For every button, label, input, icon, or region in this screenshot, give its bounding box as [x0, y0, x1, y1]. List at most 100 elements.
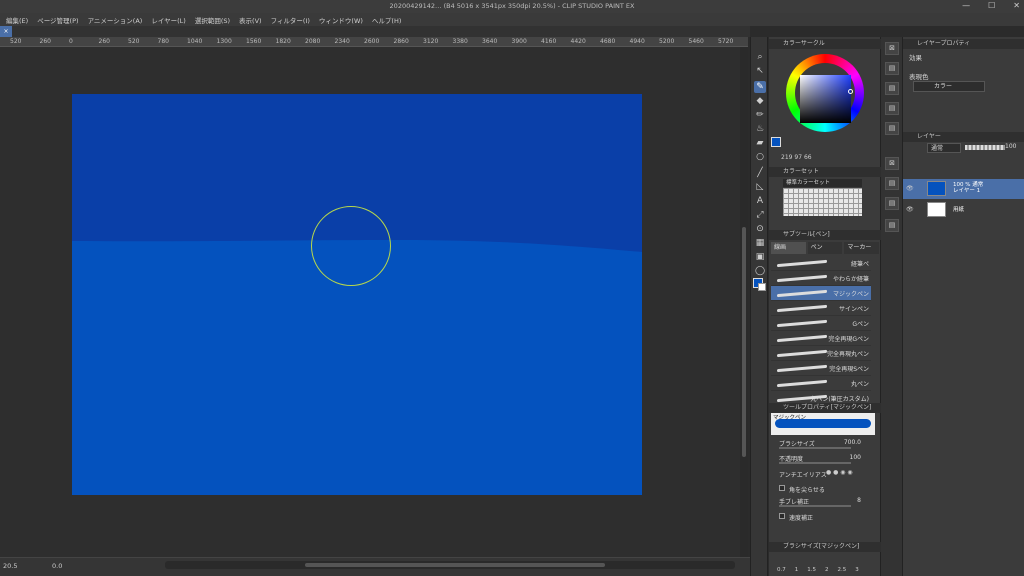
- material-icon[interactable]: ▤: [885, 102, 899, 115]
- info-icon[interactable]: ▤: [885, 82, 899, 95]
- canvas-paper[interactable]: [72, 94, 642, 495]
- ruler-label: 3380: [452, 38, 468, 45]
- color-and-tool-column: カラーサークル 219 97 66 カラーセット 標準カラーセット サブツール[…: [769, 37, 881, 576]
- tab-pen[interactable]: ペン: [807, 242, 843, 254]
- eyedropper-tool-icon[interactable]: ⤢: [754, 209, 766, 221]
- size-preset[interactable]: 3: [855, 567, 859, 573]
- shape-tool-icon[interactable]: ○: [754, 151, 766, 163]
- gradient-tool-icon[interactable]: ▦: [754, 237, 766, 249]
- size-preset[interactable]: 1: [795, 567, 799, 573]
- maximize-button[interactable]: ☐: [988, 1, 995, 10]
- layer-opacity-value[interactable]: 100: [1005, 143, 1016, 150]
- visibility-eye-icon[interactable]: 👁: [906, 206, 914, 213]
- antialias-options-icon[interactable]: ● ● ◉ ◉: [826, 469, 853, 476]
- ruler-tool-icon[interactable]: ╱: [754, 167, 766, 179]
- zoom-tool-icon[interactable]: ⌕: [754, 51, 766, 63]
- layer-row[interactable]: 👁 用紙: [903, 200, 1024, 220]
- navigator-icon[interactable]: ⊠: [885, 42, 899, 55]
- saturation-value-square[interactable]: [800, 75, 853, 123]
- antialias-row[interactable]: アンチエイリアス ● ● ◉ ◉: [771, 468, 875, 480]
- brush-item[interactable]: 丸ペン: [771, 376, 871, 391]
- speed-row[interactable]: 速度補正: [771, 511, 875, 523]
- ruler-label: 4940: [629, 38, 645, 45]
- menu-filter[interactable]: フィルター(I): [271, 15, 310, 25]
- layer-opacity-slider[interactable]: [965, 145, 1005, 150]
- effect-label: 効果: [909, 54, 922, 62]
- balloon-tool-icon[interactable]: ◯: [754, 265, 766, 277]
- menu-selection[interactable]: 選択範囲(S): [195, 15, 230, 25]
- horizontal-scroll-thumb[interactable]: [305, 563, 605, 567]
- size-preset[interactable]: 1.5: [807, 567, 816, 573]
- brush-size-slider[interactable]: [779, 447, 851, 449]
- size-preset[interactable]: 2.5: [838, 567, 847, 573]
- stabilization-value[interactable]: 8: [857, 497, 861, 504]
- canvas-tab-close-icon[interactable]: ×: [0, 26, 12, 37]
- visibility-eye-icon[interactable]: 👁: [906, 185, 914, 192]
- menu-layer[interactable]: レイヤー(L): [151, 15, 186, 25]
- timeline-icon[interactable]: ▤: [885, 219, 899, 232]
- tab-lineart[interactable]: 線画: [771, 242, 806, 254]
- vertical-scrollbar[interactable]: [740, 47, 748, 557]
- frame-tool-icon[interactable]: ◺: [754, 181, 766, 193]
- stabilization-slider[interactable]: [779, 505, 851, 507]
- brush-item[interactable]: 経筆ペ: [771, 256, 871, 271]
- color-set-grid[interactable]: [783, 188, 862, 216]
- layer-row[interactable]: 👁 100 % 通常 レイヤー 1: [903, 179, 1024, 199]
- brush-item[interactable]: 完全再現Gペン: [771, 331, 871, 346]
- brush-size-value[interactable]: 700.0: [844, 439, 861, 446]
- brush-item[interactable]: Gペン: [771, 316, 871, 331]
- zoom-level[interactable]: 20.5: [3, 562, 17, 570]
- auto-action-icon[interactable]: ⊠: [885, 157, 899, 170]
- subtool-header: サブツール[ペン]: [769, 230, 881, 240]
- brush-item[interactable]: やわらか経筆: [771, 271, 871, 286]
- layer-search-icon[interactable]: ▤: [885, 177, 899, 190]
- minimize-button[interactable]: —: [962, 1, 970, 10]
- corner-checkbox[interactable]: [779, 485, 785, 491]
- size-preset[interactable]: 0.7: [777, 567, 786, 573]
- blend-tool-icon[interactable]: ⊙: [754, 223, 766, 235]
- pencil-tool-icon[interactable]: ✏: [754, 109, 766, 121]
- size-preset[interactable]: 2: [825, 567, 829, 573]
- opacity-slider[interactable]: [779, 462, 851, 464]
- sub-color-swatch[interactable]: [758, 283, 766, 291]
- wheel-main-color[interactable]: [771, 137, 781, 147]
- color-picker-knob[interactable]: [848, 89, 853, 94]
- brush-size-row[interactable]: ブラシサイズ 700.0: [771, 437, 875, 449]
- sub-view-icon[interactable]: ▤: [885, 62, 899, 75]
- brush-item[interactable]: サインペン: [771, 301, 871, 316]
- close-button[interactable]: ✕: [1013, 1, 1020, 10]
- menu-edit[interactable]: 編集(E): [6, 15, 28, 25]
- brush-item[interactable]: マジックペン: [771, 286, 871, 301]
- stabilization-row[interactable]: 手ブレ補正 8: [771, 495, 875, 507]
- opacity-row[interactable]: 不透明度 100: [771, 452, 875, 464]
- menu-window[interactable]: ウィンドウ(W): [319, 15, 363, 25]
- menu-page[interactable]: ページ管理(P): [37, 15, 78, 25]
- text-tool-icon[interactable]: A: [754, 195, 766, 207]
- animation-icon[interactable]: ▤: [885, 197, 899, 210]
- brush-item[interactable]: 完全再現丸ペン: [771, 346, 871, 361]
- opacity-value[interactable]: 100: [850, 454, 861, 461]
- brush-item[interactable]: 完全再現Sペン: [771, 361, 871, 376]
- blend-mode-dropdown[interactable]: 通常: [927, 143, 961, 153]
- operation-tool-icon[interactable]: ↖: [754, 65, 766, 77]
- expression-color-dropdown[interactable]: カラー: [913, 81, 985, 92]
- history-icon[interactable]: ▤: [885, 122, 899, 135]
- menu-animation[interactable]: アニメーション(A): [88, 15, 143, 25]
- layer-name: 用紙: [953, 207, 965, 213]
- brush-tool-icon[interactable]: ♨: [754, 123, 766, 135]
- menu-view[interactable]: 表示(V): [239, 15, 262, 25]
- horizontal-scrollbar[interactable]: [165, 561, 735, 569]
- speed-checkbox[interactable]: [779, 513, 785, 519]
- canvas-artwork: [72, 94, 642, 252]
- eraser-tool-icon[interactable]: ◆: [754, 95, 766, 107]
- tab-marker[interactable]: マーカー: [844, 242, 880, 254]
- pen-tool-icon[interactable]: ✎: [754, 81, 766, 93]
- figure-tool-icon[interactable]: ▣: [754, 251, 766, 263]
- rotation-angle[interactable]: 0.0: [52, 562, 62, 570]
- menu-help[interactable]: ヘルプ(H): [372, 15, 401, 25]
- fill-tool-icon[interactable]: ▰: [754, 137, 766, 149]
- color-set-dropdown[interactable]: 標準カラーセット: [783, 179, 862, 187]
- vertical-scroll-thumb[interactable]: [742, 227, 746, 457]
- layer-name: レイヤー 1: [953, 188, 981, 194]
- corner-row[interactable]: 角を尖らせる: [771, 483, 875, 495]
